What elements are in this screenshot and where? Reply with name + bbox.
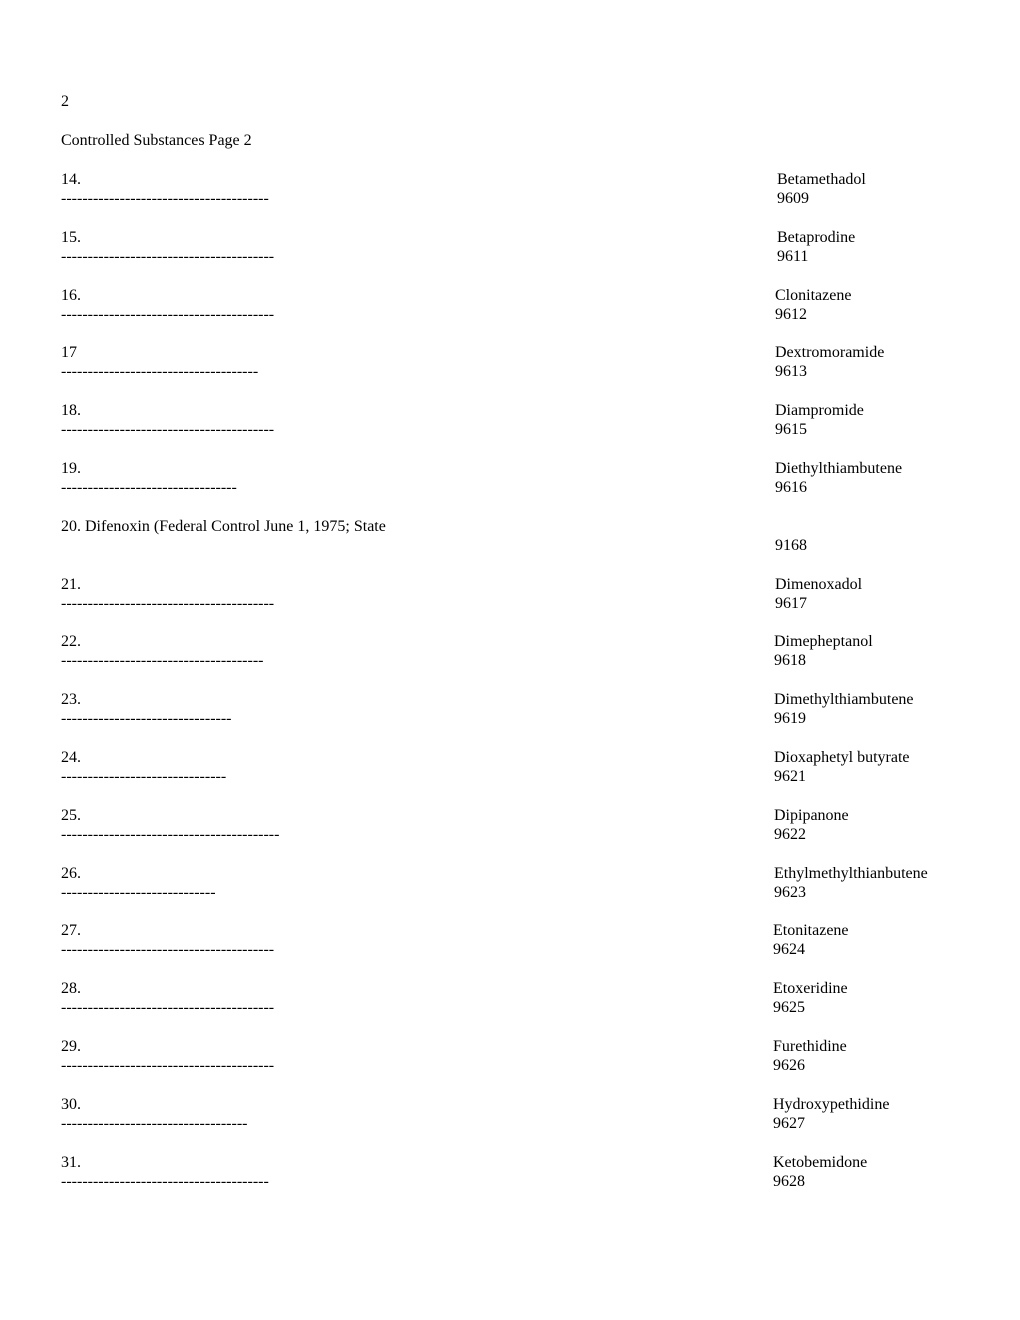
list-item: 16. -------------------------------------… — [0, 286, 1020, 326]
entry-number: 15. — [61, 229, 81, 246]
entry-number: 25. — [61, 807, 81, 824]
dash-leader: ---------------------------------------- — [61, 1057, 275, 1074]
entry-number: 23. — [61, 691, 81, 708]
dash-leader: --------------------------------- — [61, 479, 237, 496]
substance-name: Etoxeridine — [773, 980, 848, 997]
list-item: 25. -------------------------------------… — [0, 806, 1020, 846]
entry-number: 28. — [61, 980, 81, 997]
entry-number: 17 — [61, 344, 77, 361]
drug-code: 9612 — [775, 306, 807, 323]
dash-leader: ----------------------------- — [61, 884, 216, 901]
substance-name: Clonitazene — [775, 287, 852, 304]
list-item: 26. ----------------------------- Ethylmet… — [0, 864, 1020, 904]
list-item: 22. -------------------------------------… — [0, 632, 1020, 672]
entry-number: 18. — [61, 402, 81, 419]
substance-name: Ethylmethylthianbutene — [774, 865, 928, 882]
drug-code: 9616 — [775, 479, 807, 496]
drug-code: 9625 — [773, 999, 805, 1016]
substance-name: Dimepheptanol — [774, 633, 873, 650]
dash-leader: ------------------------------------- — [61, 363, 259, 380]
entry-number: 26. — [61, 865, 81, 882]
dash-leader: ---------------------------------------- — [61, 595, 275, 612]
list-item: 15. -------------------------------------… — [0, 228, 1020, 268]
entry-number: 31. — [61, 1154, 81, 1171]
list-item: 29. -------------------------------------… — [0, 1037, 1020, 1077]
list-item: 30. ----------------------------------- Hy… — [0, 1095, 1020, 1135]
substance-name: Dimenoxadol — [775, 576, 863, 593]
entry-number: 27. — [61, 922, 81, 939]
dash-leader: -------------------------------- — [61, 710, 232, 727]
list-item: 24. ------------------------------- Dioxap… — [0, 748, 1020, 788]
dash-leader: ---------------------------------------- — [61, 248, 275, 265]
page-title: Controlled Substances Page 2 — [61, 132, 252, 149]
dash-leader: ------------------------------- — [61, 768, 227, 785]
substance-name: Hydroxypethidine — [773, 1096, 890, 1113]
dash-leader: ---------------------------------------- — [61, 999, 275, 1016]
page-number: 2 — [61, 93, 69, 110]
list-item: 14. -------------------------------------… — [0, 170, 1020, 210]
drug-code: 9628 — [773, 1173, 805, 1190]
substance-name: Diampromide — [775, 402, 864, 419]
entry-number: 29. — [61, 1038, 81, 1055]
list-item: 17 ------------------------------------- D… — [0, 343, 1020, 383]
substance-name: Dextromoramide — [775, 344, 885, 361]
substance-name: Betaprodine — [777, 229, 856, 246]
entry-number: 19. — [61, 460, 81, 477]
substance-name: Diethylthiambutene — [775, 460, 903, 477]
substance-name: Ketobemidone — [773, 1154, 868, 1171]
entry-number: 30. — [61, 1096, 81, 1113]
substance-name: Etonitazene — [773, 922, 849, 939]
list-item: 21. -------------------------------------… — [0, 575, 1020, 615]
entry-number: 20. Difenoxin (Federal Control June 1, 1… — [61, 518, 386, 535]
drug-code: 9609 — [777, 190, 809, 207]
drug-code: 9617 — [775, 595, 807, 612]
drug-code: 9618 — [774, 652, 806, 669]
entry-number: 21. — [61, 576, 81, 593]
list-item: 31. -------------------------------------… — [0, 1153, 1020, 1193]
drug-code: 9622 — [774, 826, 806, 843]
dash-leader: ---------------------------------------- — [61, 941, 275, 958]
substance-name: Furethidine — [773, 1038, 847, 1055]
substance-name: Betamethadol — [777, 171, 866, 188]
dash-leader: ---------------------------------------- — [61, 306, 275, 323]
drug-code: 9626 — [773, 1057, 805, 1074]
dash-leader: --------------------------------------- — [61, 1173, 269, 1190]
dash-leader: --------------------------------------- — [61, 190, 269, 207]
dash-leader: ----------------------------------- — [61, 1115, 248, 1132]
drug-code: 9619 — [774, 710, 806, 727]
dash-leader: ----------------------------------------… — [61, 826, 280, 843]
drug-code: 9624 — [773, 941, 805, 958]
substance-name: Dimethylthiambutene — [774, 691, 914, 708]
dash-leader: -------------------------------------- — [61, 652, 264, 669]
drug-code: 9623 — [774, 884, 806, 901]
drug-code: 9627 — [773, 1115, 805, 1132]
list-item: 18. -------------------------------------… — [0, 401, 1020, 441]
substance-name: Dioxaphetyl butyrate — [774, 749, 910, 766]
drug-code: 9168 — [775, 537, 807, 554]
drug-code: 9615 — [775, 421, 807, 438]
list-item: 23. -------------------------------- Dimet… — [0, 690, 1020, 730]
entry-number: 24. — [61, 749, 81, 766]
list-item: 27. -------------------------------------… — [0, 921, 1020, 961]
drug-code: 9613 — [775, 363, 807, 380]
drug-code: 9621 — [774, 768, 806, 785]
list-item: 28. -------------------------------------… — [0, 979, 1020, 1019]
entry-number: 14. — [61, 171, 81, 188]
list-item: 20. Difenoxin (Federal Control June 1, 1… — [0, 517, 1020, 557]
drug-code: 9611 — [777, 248, 809, 265]
entry-number: 22. — [61, 633, 81, 650]
dash-leader: ---------------------------------------- — [61, 421, 275, 438]
list-item: 19. --------------------------------- Diet… — [0, 459, 1020, 499]
substance-name: Dipipanone — [774, 807, 849, 824]
entry-number: 16. — [61, 287, 81, 304]
